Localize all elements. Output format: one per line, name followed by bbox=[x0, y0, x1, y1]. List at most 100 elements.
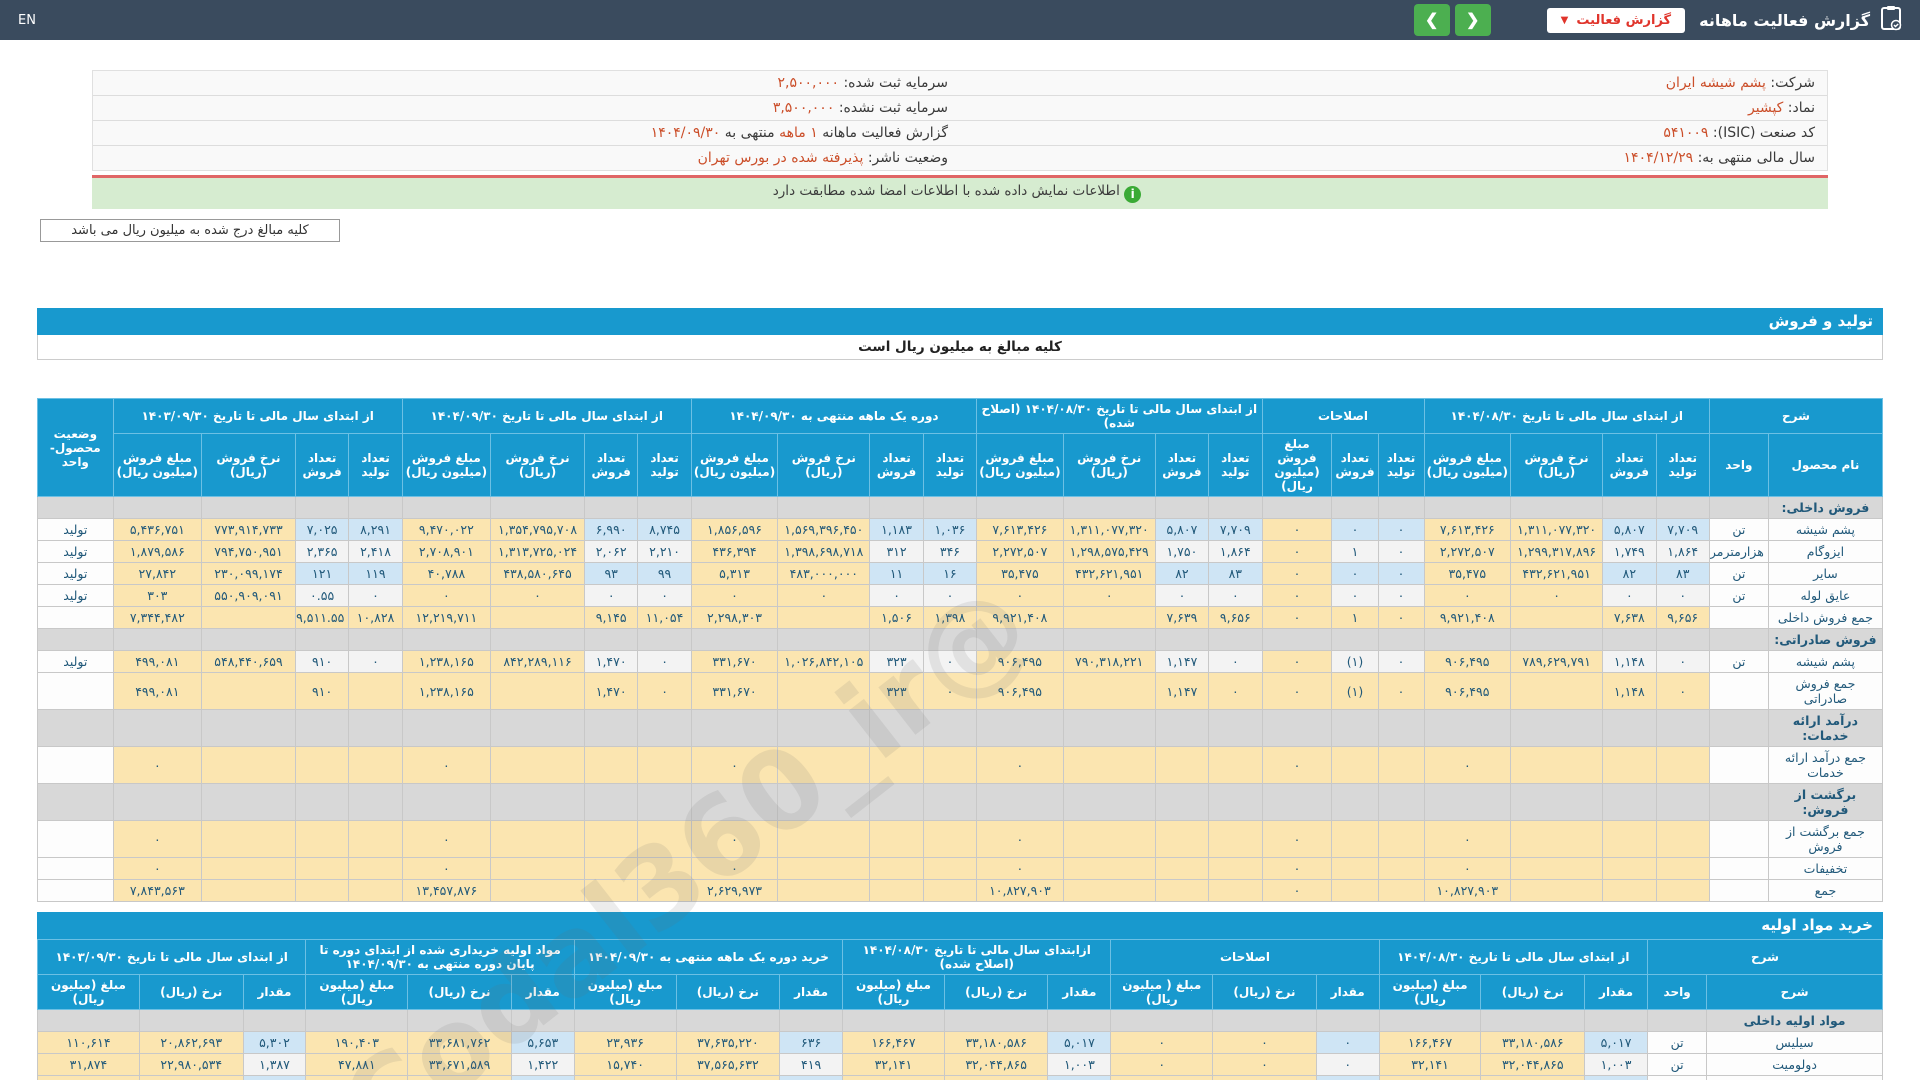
table-row: سیلیس تن ۵,۰۱۷ ۳۳,۱۸۰,۵۸۶ ۱۶۶,۴۶۷ ۰ ۰ ۰ ۵,۰۱۷ ۳۳,… bbox=[37, 1031, 1883, 1054]
value-cell: ۲۲,۹۸۰,۵۳۴ bbox=[138, 1053, 244, 1076]
value-cell: ۹,۶۵۶ bbox=[1655, 606, 1710, 629]
value-cell: ۸۳ bbox=[1655, 562, 1710, 585]
value-cell: ۳۷۲,۱۰۲ bbox=[305, 1075, 409, 1080]
value-cell: ۲,۳۶۵ bbox=[294, 540, 350, 563]
value-cell: ۲,۲۷۲,۵۰۷ bbox=[1423, 540, 1512, 563]
value-cell bbox=[1062, 820, 1156, 858]
column-header: مقدار bbox=[1584, 974, 1648, 1010]
column-header: تعداد فروش bbox=[1154, 433, 1210, 497]
million-rial-note-box: کلیه مبالغ درج شده به میلیون ریال می باش… bbox=[40, 219, 340, 242]
value-cell: ۱۹۰,۴۰۳ bbox=[305, 1031, 409, 1054]
section-title-raw-materials: خرید مواد اولیه bbox=[37, 912, 1883, 939]
column-header: مقدار bbox=[1315, 974, 1380, 1010]
value-cell: ۱۴۶,۵۰۰,۲۴۶ bbox=[1480, 1075, 1586, 1080]
value-cell bbox=[1154, 857, 1210, 880]
value-cell: ۰ bbox=[1655, 650, 1710, 673]
value-cell bbox=[294, 857, 350, 880]
value-cell: ۰ bbox=[1261, 879, 1333, 902]
table-row: جمع فروش داخلی ۹,۶۵۶ ۷,۶۳۸ ۹,۹۲۱,۴۰۸ ۰ ۱ ۰ ۹,۶۵… bbox=[37, 606, 1884, 629]
language-toggle[interactable]: EN bbox=[18, 13, 36, 28]
value-cell bbox=[637, 857, 692, 880]
value-cell: ۵,۸۰۷ bbox=[1154, 518, 1210, 541]
value-cell: ۳۱۲ bbox=[869, 540, 924, 563]
report-type-dropdown[interactable]: گزارش فعالیت ▼ bbox=[1546, 7, 1686, 33]
table-row: مواد اولیه داخلی bbox=[37, 1009, 1883, 1032]
value-cell bbox=[201, 672, 296, 710]
value-cell: ۰ bbox=[1377, 518, 1425, 541]
unit bbox=[1708, 672, 1769, 710]
product-name: جمع درآمد ارائه خدمات bbox=[1767, 746, 1884, 784]
value-cell: ۳۲,۰۴۴,۸۶۵ bbox=[1480, 1053, 1586, 1076]
value-cell: ۴۱۹ bbox=[779, 1053, 844, 1076]
value-cell: ۱,۴۲۲ bbox=[510, 1053, 575, 1076]
value-cell: ۰ bbox=[1261, 606, 1333, 629]
value-cell: ۲۷,۸۴۲ bbox=[112, 562, 203, 585]
value-cell: ۰ bbox=[922, 650, 978, 673]
column-header: تعداد فروش bbox=[583, 433, 639, 497]
value-cell bbox=[869, 746, 924, 784]
product-name: کربنات سدیم bbox=[1706, 1075, 1883, 1080]
value-cell bbox=[348, 672, 403, 710]
value-cell bbox=[490, 606, 585, 629]
prev-report-button[interactable]: ❮ bbox=[1454, 4, 1491, 36]
column-header: مبلغ فروش (میلیون ریال) bbox=[1261, 433, 1333, 497]
table-row: فروش صادراتی: bbox=[37, 628, 1884, 651]
value-cell: ۰ bbox=[637, 650, 692, 673]
column-header: نرخ (ریال) bbox=[943, 974, 1049, 1010]
product-name: جمع bbox=[1767, 879, 1884, 902]
value-cell: ۱,۸۷۹,۵۸۶ bbox=[112, 540, 203, 563]
value-cell: ۲۹۸,۱۲۸ bbox=[1378, 1075, 1482, 1080]
value-cell: ۳۴۶ bbox=[922, 540, 978, 563]
value-cell: ۰ bbox=[1110, 1031, 1214, 1054]
value-cell: ۰ bbox=[1261, 562, 1333, 585]
value-cell: ۳۳۱,۶۷۰ bbox=[690, 672, 779, 710]
table-row: سایر تن ۸۳ ۸۲ ۴۳۲,۶۲۱,۹۵۱ ۳۵,۴۷۵ ۰ ۰ ۰ ۸۳ ۸۲ ۴۳۲,۶۲… bbox=[37, 562, 1884, 585]
value-cell: ۰ bbox=[1331, 562, 1379, 585]
value-cell: ۰ bbox=[690, 746, 779, 784]
value-cell: ۱۳,۴۵۷,۸۷۶ bbox=[401, 879, 492, 902]
unit bbox=[1708, 820, 1769, 858]
value-cell: ۹۱۰ bbox=[294, 650, 350, 673]
value-cell: ۵,۰۱۷ bbox=[1584, 1031, 1648, 1054]
value-cell: ۰ bbox=[1261, 820, 1333, 858]
raw-materials-table: شرح از ابتدای سال مالی تا تاریخ ۱۴۰۴/۰۸/۳… bbox=[36, 939, 1883, 1080]
value-cell: ۱,۰۰۳ bbox=[1584, 1053, 1648, 1076]
value-cell bbox=[777, 746, 871, 784]
value-cell: ۰ bbox=[690, 820, 779, 858]
value-cell: ۰ bbox=[1377, 562, 1425, 585]
column-header: تعداد تولید bbox=[637, 433, 692, 497]
section-row-label: برگشت از فروش: bbox=[1767, 783, 1884, 821]
column-header: نرخ (ریال) bbox=[407, 974, 512, 1010]
product-status bbox=[37, 606, 114, 629]
value-cell: ۵۵۰,۹۰۹,۰۹۱ bbox=[201, 584, 296, 607]
value-cell: (۱) bbox=[1331, 650, 1379, 673]
value-cell bbox=[1377, 879, 1425, 902]
column-header: واحد bbox=[1646, 974, 1708, 1010]
value-cell: ۱۱ bbox=[869, 562, 924, 585]
value-cell: ۲۹۸,۱۲۸ bbox=[842, 1075, 945, 1080]
value-cell: ۴۷,۸۸۱ bbox=[305, 1053, 409, 1076]
value-cell: ۰ bbox=[401, 857, 492, 880]
value-cell: ۹۰۶,۴۹۵ bbox=[1423, 650, 1512, 673]
value-cell: ۱,۵۰۶ bbox=[869, 606, 924, 629]
column-header: مبلغ فروش (میلیون ریال) bbox=[112, 433, 203, 497]
value-cell: ۱,۱۴۷ bbox=[1154, 672, 1210, 710]
value-cell bbox=[1208, 746, 1263, 784]
value-cell bbox=[1331, 857, 1379, 880]
column-group-header: ازابتدای سال مالی تا تاریخ ۱۴۰۴/۰۸/۳۰ (ا… bbox=[842, 939, 1112, 975]
value-cell: ۰ bbox=[1423, 857, 1512, 880]
next-report-button[interactable]: ❯ bbox=[1413, 4, 1450, 36]
value-cell: ۱۱۰,۶۱۴ bbox=[37, 1031, 140, 1054]
value-cell: ۰ bbox=[976, 820, 1064, 858]
value-cell: ۰ bbox=[922, 584, 978, 607]
value-cell: ۰ bbox=[637, 672, 692, 710]
value-cell: ۳۷,۵۶۵,۶۳۲ bbox=[675, 1053, 781, 1076]
info-icon: i bbox=[1124, 186, 1142, 203]
value-cell: ۰ bbox=[1315, 1053, 1380, 1076]
unit: تن bbox=[1646, 1031, 1708, 1054]
value-cell bbox=[583, 820, 639, 858]
value-cell: ۱,۴۷۰ bbox=[583, 672, 639, 710]
value-cell: ۱۴۶,۵۰۰,۲۴۶ bbox=[943, 1075, 1049, 1080]
product-name: پشم شیشه bbox=[1767, 518, 1884, 541]
value-cell: ۰ bbox=[976, 746, 1064, 784]
